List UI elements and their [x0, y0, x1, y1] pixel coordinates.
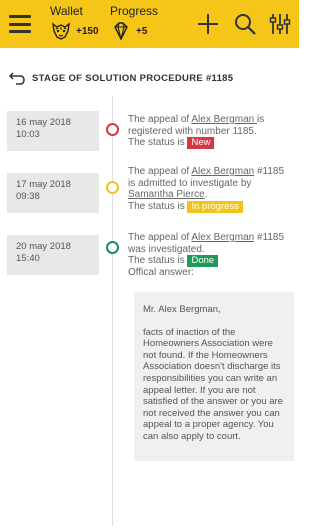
filter-sliders-icon[interactable] — [268, 12, 292, 36]
time: 10:03 — [16, 129, 40, 140]
status-prefix: The status is — [128, 137, 188, 149]
answer-label: Offical answer: — [128, 267, 194, 279]
time: 09:38 — [16, 191, 40, 202]
status-badge: Done — [187, 255, 219, 268]
date: 16 may 2018 — [16, 117, 71, 128]
plus-icon[interactable] — [196, 12, 220, 36]
status-dot-in-progress — [106, 181, 119, 194]
entry-text: The appeal of — [128, 166, 192, 177]
person-link[interactable]: Alex Bergman — [191, 166, 254, 177]
date: 17 may 2018 — [16, 179, 71, 190]
entry-text: The appeal of — [128, 114, 192, 125]
timeline-entry-3: The appeal of Alex Bergman #1185 was inv… — [128, 232, 293, 279]
entry-text: . — [204, 189, 208, 201]
timeline-line — [112, 96, 113, 526]
answer-body: facts of inaction of the Homeowners Asso… — [143, 326, 283, 442]
wallet-value: +150 — [76, 25, 99, 37]
top-bar: Wallet +150 Progress +5 — [0, 0, 299, 48]
timeline-date-2: 17 may 2018 09:38 — [7, 173, 99, 213]
tiger-head-icon — [52, 22, 70, 40]
status-dot-new — [106, 123, 119, 136]
entry-text: The appeal of — [128, 232, 192, 243]
wallet-stat[interactable]: Wallet +150 — [50, 4, 99, 42]
page-title: STAGE OF SOLUTION PROCEDURE #1185 — [32, 72, 234, 84]
date: 20 may 2018 — [16, 241, 71, 252]
menu-icon[interactable] — [9, 15, 31, 33]
diamond-icon — [114, 22, 128, 41]
official-answer-box: Mr. Alex Bergman, facts of inaction of t… — [134, 292, 294, 461]
person-link[interactable]: Alex Bergman — [191, 114, 257, 125]
progress-stat[interactable]: Progress +5 — [110, 4, 158, 42]
status-badge: In progress — [187, 200, 243, 213]
progress-value: +5 — [136, 25, 148, 37]
timeline-entry-2: The appeal of Alex Bergman #1185 is admi… — [128, 166, 293, 213]
timeline-date-3: 20 may 2018 15:40 — [7, 235, 99, 275]
wallet-label: Wallet — [50, 4, 83, 18]
answer-greeting: Mr. Alex Bergman, — [143, 304, 221, 315]
status-prefix: The status is — [128, 200, 188, 212]
assignee-link[interactable]: Samantha Pierce — [128, 189, 205, 200]
status-badge: New — [187, 137, 215, 150]
timeline-entry-1: The appeal of Alex Bergman is registered… — [128, 114, 293, 150]
timeline-date-1: 16 may 2018 10:03 — [7, 111, 99, 151]
title-row: STAGE OF SOLUTION PROCEDURE #1185 — [8, 68, 233, 88]
time: 15:40 — [16, 253, 40, 264]
search-icon[interactable] — [233, 12, 257, 36]
person-link[interactable]: Alex Bergman — [191, 232, 254, 243]
back-arrow-icon[interactable] — [8, 70, 26, 86]
progress-label: Progress — [110, 4, 159, 18]
status-dot-done — [106, 241, 119, 254]
status-prefix: The status is — [128, 255, 188, 267]
